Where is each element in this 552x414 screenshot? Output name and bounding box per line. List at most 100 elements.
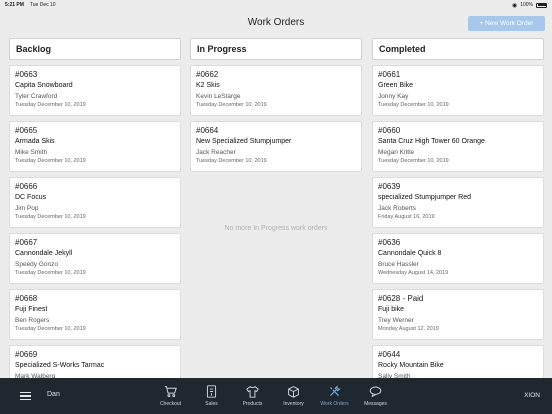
- work-order-item: Capita Snowboard: [15, 82, 73, 89]
- work-order-number: #0660: [378, 126, 401, 135]
- work-order-date: Tuesday December 10, 2019: [15, 102, 86, 108]
- work-order-date: Tuesday December 10, 2019: [196, 158, 267, 164]
- tab-products[interactable]: Products: [232, 382, 273, 412]
- work-order-item: Specialized S-Works Tarmac: [15, 362, 105, 369]
- work-order-number: #0662: [196, 70, 219, 79]
- empty-column-message: No more In Progress work orders: [224, 225, 328, 232]
- work-order-card[interactable]: #0628 - Paid Fuji bike Trey Werner Monda…: [372, 289, 544, 340]
- tab-sales[interactable]: Sales: [191, 382, 232, 412]
- work-order-date: Friday August 16, 2019: [378, 214, 435, 220]
- work-order-date: Tuesday December 10, 2019: [15, 270, 86, 276]
- work-order-item: DC Focus: [15, 194, 47, 201]
- page-title: Work Orders: [247, 17, 305, 28]
- current-user: Dan: [47, 391, 60, 398]
- bottom-tab-bar: Dan Checkout Sales Products Inventory Wo…: [0, 378, 552, 414]
- work-order-item: Rocky Mountain Bike: [378, 362, 444, 369]
- status-time: 5:21 PM: [5, 2, 24, 8]
- tab-label: Sales: [205, 401, 218, 407]
- work-order-customer: Jim Pop: [15, 205, 39, 212]
- tab-label: Products: [242, 401, 263, 407]
- tab-work-orders[interactable]: Work Orders: [314, 382, 355, 412]
- column-header: In Progress: [190, 38, 362, 60]
- tab-messages[interactable]: Messages: [355, 382, 396, 412]
- battery-percent: 100%: [520, 2, 533, 8]
- work-order-item: Fuji bike: [378, 306, 405, 313]
- cart-icon: [164, 386, 177, 398]
- wifi-icon: ◉: [511, 2, 518, 9]
- tab-checkout[interactable]: Checkout: [150, 382, 191, 412]
- work-order-card[interactable]: #0668 Fuji Finest Ben Rogers Tuesday Dec…: [9, 289, 181, 340]
- work-order-customer: Ben Rogers: [15, 317, 50, 324]
- work-order-card[interactable]: #0665 Armada Skis Mike Smith Tuesday Dec…: [9, 121, 181, 172]
- work-order-number: #0668: [15, 294, 38, 303]
- column-completed: Completed #0661 Green Bike Jonny Kay Tue…: [372, 38, 544, 396]
- work-order-number: #0639: [378, 182, 401, 191]
- tab-label: Checkout: [159, 401, 182, 407]
- work-order-item: Santa Cruz High Tower 60 Orange: [378, 138, 485, 145]
- work-order-number: #0664: [196, 126, 219, 135]
- work-order-card[interactable]: #0663 Capita Snowboard Tyler Crawford Tu…: [9, 65, 181, 116]
- work-order-card[interactable]: #0661 Green Bike Jonny Kay Tuesday Decem…: [372, 65, 544, 116]
- tools-icon: [330, 385, 341, 396]
- work-order-customer: Speedy Gonzo: [15, 261, 59, 268]
- work-order-number: #0665: [15, 126, 38, 135]
- work-order-item: Green Bike: [378, 82, 414, 89]
- work-order-customer: Trey Werner: [378, 317, 414, 324]
- work-order-item: Fuji Finest: [15, 306, 48, 313]
- tab-inventory[interactable]: Inventory: [273, 382, 314, 412]
- work-order-number: #0644: [378, 350, 401, 359]
- receipt-icon: [206, 385, 217, 398]
- work-order-customer: Tyler Crawford: [15, 93, 58, 100]
- work-order-card[interactable]: #0660 Santa Cruz High Tower 60 Orange Me…: [372, 121, 544, 172]
- column-header: Backlog: [9, 38, 181, 60]
- work-order-card[interactable]: #0639 specialized Stumpjumper Red Jack R…: [372, 177, 544, 228]
- status-bar: 5:21 PM Tue Dec 10 ◉ 100%: [0, 0, 552, 10]
- hamburger-menu-icon[interactable]: [20, 392, 31, 400]
- work-order-item: specialized Stumpjumper Red: [378, 194, 471, 201]
- tab-label: Inventory: [283, 401, 304, 407]
- work-order-customer: Jack Reacher: [196, 149, 236, 156]
- work-order-number: #0666: [15, 182, 38, 191]
- work-order-card[interactable]: #0667 Cannondale Jekyll Speedy Gonzo Tue…: [9, 233, 181, 284]
- work-order-customer: Jonny Kay: [378, 93, 409, 100]
- work-order-customer: Mike Smith: [15, 149, 48, 156]
- work-order-date: Tuesday December 10, 2019: [15, 158, 86, 164]
- work-order-date: Monday August 12, 2019: [378, 326, 439, 332]
- tab-items: Checkout Sales Products Inventory Work O…: [150, 382, 396, 412]
- work-order-number: #0628 - Paid: [378, 294, 424, 303]
- work-order-customer: Megan Kittle: [378, 149, 415, 156]
- chat-bubble-icon: [369, 386, 382, 398]
- brand-logo: XION: [524, 392, 540, 399]
- work-order-card[interactable]: #0636 Cannondale Quick 8 Bruce Hassler W…: [372, 233, 544, 284]
- work-order-number: #0661: [378, 70, 401, 79]
- work-order-customer: Jack Roberts: [378, 205, 416, 212]
- work-order-date: Tuesday December 10, 2019: [15, 214, 86, 220]
- work-order-item: Armada Skis: [15, 138, 55, 145]
- work-order-item: K2 Skis: [196, 82, 220, 89]
- status-date: Tue Dec 10: [29, 2, 56, 8]
- work-order-card[interactable]: #0662 K2 Skis Kevin LeStarge Tuesday Dec…: [190, 65, 362, 116]
- work-order-date: Tuesday December 10, 2019: [15, 326, 86, 332]
- work-order-item: Cannondale Jekyll: [15, 250, 73, 257]
- work-order-card[interactable]: #0666 DC Focus Jim Pop Tuesday December …: [9, 177, 181, 228]
- work-order-number: #0663: [15, 70, 38, 79]
- work-order-date: Tuesday December 10, 2019: [378, 158, 449, 164]
- work-order-item: New Specialized Stumpjumper: [196, 138, 292, 145]
- box-icon: [288, 386, 299, 398]
- new-work-order-button[interactable]: + New Work Order: [468, 16, 545, 31]
- work-order-date: Tuesday December 10, 2019: [378, 102, 449, 108]
- status-right: ◉ 100%: [512, 2, 547, 9]
- shirt-icon: [246, 385, 259, 398]
- column-backlog: Backlog #0663 Capita Snowboard Tyler Cra…: [9, 38, 181, 396]
- column-in-progress: In Progress #0662 K2 Skis Kevin LeStarge…: [190, 38, 362, 378]
- work-order-number: #0636: [378, 238, 401, 247]
- work-order-card[interactable]: #0664 New Specialized Stumpjumper Jack R…: [190, 121, 362, 172]
- column-header: Completed: [372, 38, 544, 60]
- battery-icon: [536, 2, 547, 8]
- work-order-date: Tuesday December 10, 2019: [196, 102, 267, 108]
- page-header: Work Orders + New Work Order: [0, 10, 552, 35]
- work-order-number: #0669: [15, 350, 38, 359]
- work-order-customer: Bruce Hassler: [378, 261, 419, 268]
- tab-label: Work Orders: [320, 401, 349, 407]
- tab-label: Messages: [364, 401, 387, 407]
